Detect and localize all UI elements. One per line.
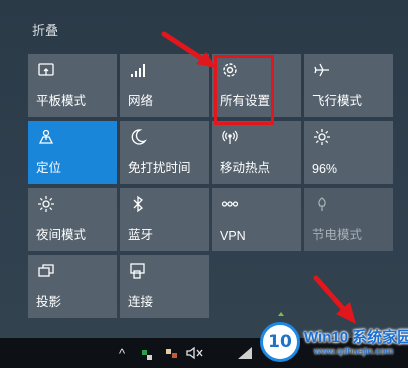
tray-app-icon[interactable] (166, 349, 171, 354)
tile-night-light[interactable]: 夜间模式 (28, 188, 117, 251)
project-icon (36, 261, 56, 281)
tile-label: 连接 (128, 295, 154, 309)
vpn-icon (220, 194, 240, 214)
tray-app-icon[interactable] (147, 355, 152, 360)
tray-overflow-chevron[interactable]: ^ (116, 345, 128, 361)
airplane-icon (312, 60, 332, 80)
tile-airplane-mode[interactable]: 飞行模式 (304, 54, 393, 117)
tile-tablet-mode[interactable]: 平板模式 (28, 54, 117, 117)
annotation-arrow-to-taskbar (313, 275, 356, 324)
tile-bluetooth[interactable]: 蓝牙 (120, 188, 209, 251)
tile-mobile-hotspot[interactable]: 移动热点 (212, 121, 301, 184)
tile-quiet-hours[interactable]: 免打扰时间 (120, 121, 209, 184)
watermark-title: Win10 系统家园 (304, 329, 408, 346)
tile-brightness[interactable]: 96% (304, 121, 393, 184)
tablet-mode-icon (36, 60, 56, 80)
tile-label: 免打扰时间 (128, 161, 191, 175)
tray-app-icon[interactable] (172, 353, 177, 358)
tile-label: 平板模式 (36, 94, 87, 108)
brightness-icon (312, 127, 332, 147)
annotation-arrow-to-settings (161, 31, 216, 68)
bluetooth-icon (128, 194, 148, 214)
caret-indicator (278, 312, 284, 316)
tile-label: 定位 (36, 161, 62, 175)
speaker-muted-icon[interactable] (186, 345, 204, 361)
tile-label: 节电模式 (312, 228, 363, 242)
tile-label: 飞行模式 (312, 94, 363, 108)
location-icon (36, 127, 56, 147)
connect-icon (128, 261, 148, 281)
night-light-icon (36, 194, 56, 214)
battery-saver-icon (312, 194, 332, 214)
watermark-logo: 10 Win10 系统家园 www.qdhuajin.com (256, 322, 408, 368)
tile-vpn[interactable]: VPN (212, 188, 301, 251)
watermark-url: www.qdhuajin.com (314, 346, 394, 357)
settings-highlight-box (214, 55, 274, 125)
tile-label: 夜间模式 (36, 228, 87, 242)
watermark-badge: 10 (260, 322, 300, 362)
moon-icon (128, 127, 148, 147)
tile-connect[interactable]: 连接 (120, 255, 209, 318)
tile-project[interactable]: 投影 (28, 255, 117, 318)
tile-label: 蓝牙 (128, 228, 154, 242)
tile-label: 96% (312, 162, 338, 176)
tile-label: 投影 (36, 295, 62, 309)
tile-label: 移动热点 (220, 161, 271, 175)
network-icon (128, 60, 148, 80)
collapse-link[interactable]: 折叠 (32, 20, 58, 39)
tile-battery-saver[interactable]: 节电模式 (304, 188, 393, 251)
wifi-icon[interactable] (236, 345, 254, 361)
tile-location[interactable]: 定位 (28, 121, 117, 184)
tile-label: 网络 (128, 94, 154, 108)
hotspot-icon (220, 127, 240, 147)
tile-label: VPN (220, 229, 246, 243)
